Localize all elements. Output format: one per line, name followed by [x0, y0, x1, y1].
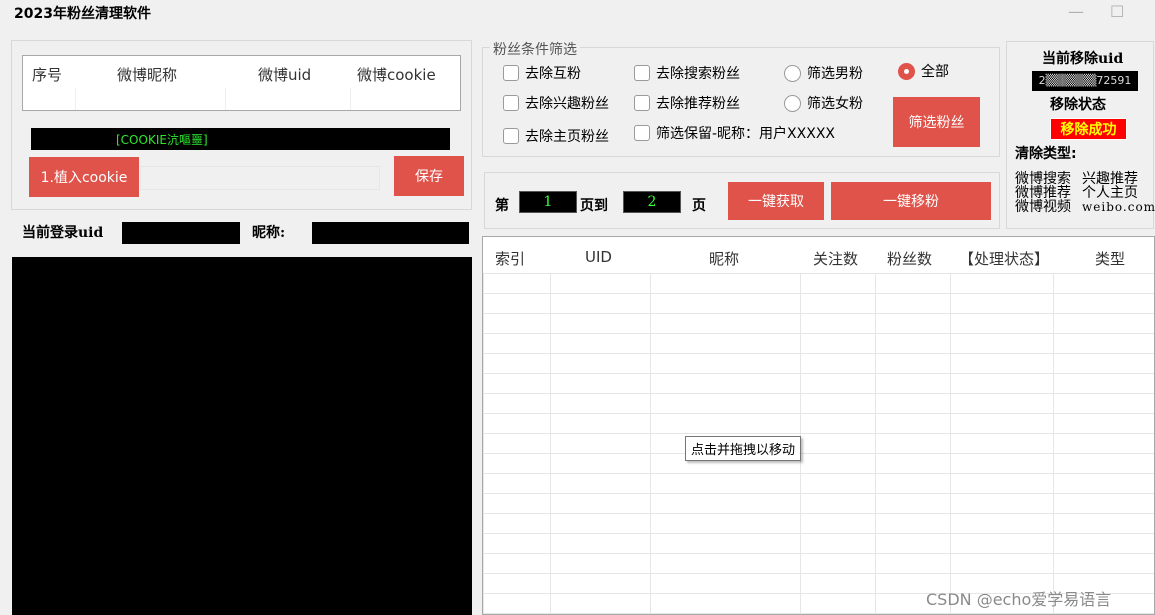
save-button[interactable]: 保存: [394, 156, 464, 196]
window-title: 2023年粉丝清理软件: [14, 6, 151, 22]
clear-types-left: 微博搜索 微博推荐 微博视频: [1015, 172, 1071, 214]
radio-dot-selected[interactable]: [898, 62, 915, 80]
login-nickname-field[interactable]: [312, 222, 469, 244]
col-divider: [350, 88, 351, 110]
remove-fans-button[interactable]: 一键移粉: [831, 182, 991, 220]
current-uid-label: 当前移除uid: [1042, 51, 1124, 67]
result-table[interactable]: 索引 UID 昵称 关注数 粉丝数 【处理状态】 类型: [482, 236, 1155, 615]
login-uid-label: 当前登录uid: [22, 225, 104, 241]
checkbox-label: 去除搜索粉丝: [656, 66, 740, 82]
col-header-cookie: 微博cookie: [357, 66, 436, 84]
checkbox-remove-recommend[interactable]: 去除推荐粉丝: [634, 93, 740, 113]
login-nickname-label: 昵称:: [252, 225, 286, 241]
login-uid-field[interactable]: [122, 222, 240, 244]
from-page-input[interactable]: 1: [519, 191, 577, 213]
remove-status-badge: 移除成功: [1050, 118, 1127, 140]
checkbox-box[interactable]: [634, 95, 650, 111]
col-divider: [225, 88, 226, 110]
clear-type-item: 微博视频: [1015, 199, 1071, 215]
radio-label: 筛选男粉: [807, 66, 863, 82]
radio-female[interactable]: 筛选女粉: [784, 93, 863, 113]
clear-type-label: 清除类型:: [1015, 146, 1077, 162]
clear-type-item: 兴趣推荐: [1082, 171, 1138, 187]
col-header-nickname[interactable]: 昵称: [709, 248, 739, 269]
checkbox-remove-search[interactable]: 去除搜索粉丝: [634, 63, 740, 83]
page-prefix: 第: [495, 198, 509, 214]
col-divider: [75, 88, 76, 110]
table-body: [483, 273, 1154, 614]
page-suffix: 页: [692, 198, 706, 214]
radio-all[interactable]: 全部: [898, 61, 949, 81]
col-header-type[interactable]: 类型: [1095, 248, 1125, 269]
col-header-status[interactable]: 【处理状态】: [959, 248, 1049, 269]
maximize-button[interactable]: ☐: [1110, 2, 1124, 21]
checkbox-label: 去除主页粉丝: [525, 129, 609, 145]
checkbox-label: 去除推荐粉丝: [656, 96, 740, 112]
clear-type-item: weibo.com: [1082, 200, 1155, 214]
checkbox-remove-mutual[interactable]: 去除互粉: [503, 63, 581, 83]
col-header-index[interactable]: 索引: [495, 248, 525, 269]
checkbox-box[interactable]: [503, 65, 519, 81]
col-header-uid: 微博uid: [258, 66, 312, 84]
cookie-input-value: [COOKIE沆嘔噩]: [116, 133, 208, 147]
col-header-following[interactable]: 关注数: [813, 248, 858, 269]
browser-view[interactable]: [12, 257, 472, 615]
checkbox-remove-homepage[interactable]: 去除主页粉丝: [503, 126, 609, 146]
checkbox-box[interactable]: [503, 128, 519, 144]
radio-label: 全部: [921, 64, 949, 80]
col-header-nickname: 微博昵称: [117, 66, 178, 84]
radio-dot[interactable]: [784, 94, 801, 112]
radio-label: 筛选女粉: [807, 96, 863, 112]
minimize-button[interactable]: —: [1068, 2, 1084, 21]
page-mid: 页到: [580, 198, 608, 214]
remove-status-label: 移除状态: [1050, 97, 1106, 113]
checkbox-label: 去除兴趣粉丝: [525, 96, 609, 112]
col-header-fans[interactable]: 粉丝数: [887, 248, 932, 269]
cookie-status-field: [140, 166, 380, 190]
cookie-input[interactable]: [COOKIE沆嘔噩]: [31, 128, 450, 150]
clear-type-item: 微博推荐: [1015, 185, 1071, 201]
account-list[interactable]: 序号 微博昵称 微博uid 微博cookie: [22, 55, 461, 111]
filter-group-legend: 粉丝条件筛选: [490, 39, 580, 59]
drag-tooltip: 点击并拖拽以移动: [685, 436, 802, 461]
current-uid-value: 2▒▒▒▒▒▒72591: [1032, 71, 1138, 91]
clear-type-item: 个人主页: [1082, 185, 1138, 201]
fetch-button[interactable]: 一键获取: [728, 182, 824, 220]
filter-fans-button[interactable]: 筛选粉丝: [893, 97, 980, 147]
checkbox-box[interactable]: [503, 95, 519, 111]
checkbox-box[interactable]: [634, 125, 650, 141]
checkbox-box[interactable]: [634, 65, 650, 81]
col-header-uid[interactable]: UID: [585, 248, 612, 266]
to-page-input[interactable]: 2: [623, 191, 681, 213]
checkbox-label: 去除互粉: [525, 66, 581, 82]
radio-dot[interactable]: [784, 64, 801, 82]
radio-male[interactable]: 筛选男粉: [784, 63, 863, 83]
plant-cookie-button[interactable]: 1.植入cookie: [29, 157, 139, 197]
checkbox-keep-nickname[interactable]: 筛选保留-昵称：用户XXXXX: [634, 123, 835, 143]
checkbox-label: 筛选保留-昵称：用户XXXXX: [656, 126, 836, 142]
col-header-index: 序号: [32, 66, 63, 84]
checkbox-remove-interest[interactable]: 去除兴趣粉丝: [503, 93, 609, 113]
clear-types-right: 兴趣推荐 个人主页 weibo.com: [1082, 172, 1155, 214]
clear-type-item: 微博搜索: [1015, 171, 1071, 187]
watermark: CSDN @echo爱学易语言: [926, 590, 1112, 609]
